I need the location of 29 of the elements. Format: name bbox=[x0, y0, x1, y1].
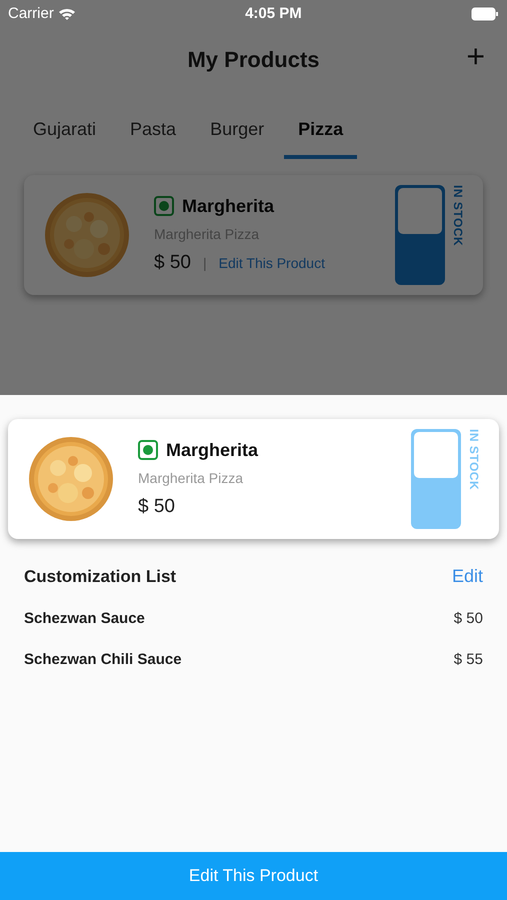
product-name: Margherita bbox=[166, 438, 258, 462]
category-tab[interactable]: Pasta bbox=[116, 106, 190, 159]
stock-toggle[interactable] bbox=[395, 185, 445, 285]
edit-button[interactable]: Edit bbox=[452, 563, 483, 590]
product-price: $ 50 bbox=[154, 250, 191, 275]
battery-icon bbox=[470, 7, 499, 21]
veg-icon bbox=[154, 196, 174, 216]
category-tab[interactable]: Gujarati bbox=[19, 106, 110, 159]
category-tab[interactable]: Pizza bbox=[284, 106, 358, 159]
item-name: Schezwan Sauce bbox=[24, 609, 145, 629]
product-price: $ 50 bbox=[138, 494, 175, 519]
status-time: 4:05 PM bbox=[245, 4, 302, 24]
veg-icon bbox=[138, 440, 158, 460]
item-name: Schezwan Chili Sauce bbox=[24, 650, 182, 670]
product-description: Margherita Pizza bbox=[138, 468, 244, 488]
separator: | bbox=[202, 254, 207, 273]
page-title: My Products bbox=[187, 46, 320, 74]
item-price: $ 55 bbox=[454, 650, 483, 670]
carrier-label: Carrier bbox=[8, 4, 54, 24]
edit-product-button[interactable]: Edit This Product bbox=[0, 852, 507, 900]
section-title: Customization List bbox=[24, 566, 176, 588]
stock-label: IN STOCK bbox=[450, 185, 466, 246]
product-name: Margherita bbox=[182, 194, 274, 218]
item-price: $ 50 bbox=[454, 609, 483, 629]
wifi-icon bbox=[58, 7, 76, 21]
add-button[interactable]: + bbox=[466, 40, 485, 72]
category-tab[interactable]: Burger bbox=[196, 106, 278, 159]
stock-label: IN STOCK bbox=[466, 429, 482, 490]
edit-product-link[interactable]: Edit This Product bbox=[218, 252, 325, 274]
